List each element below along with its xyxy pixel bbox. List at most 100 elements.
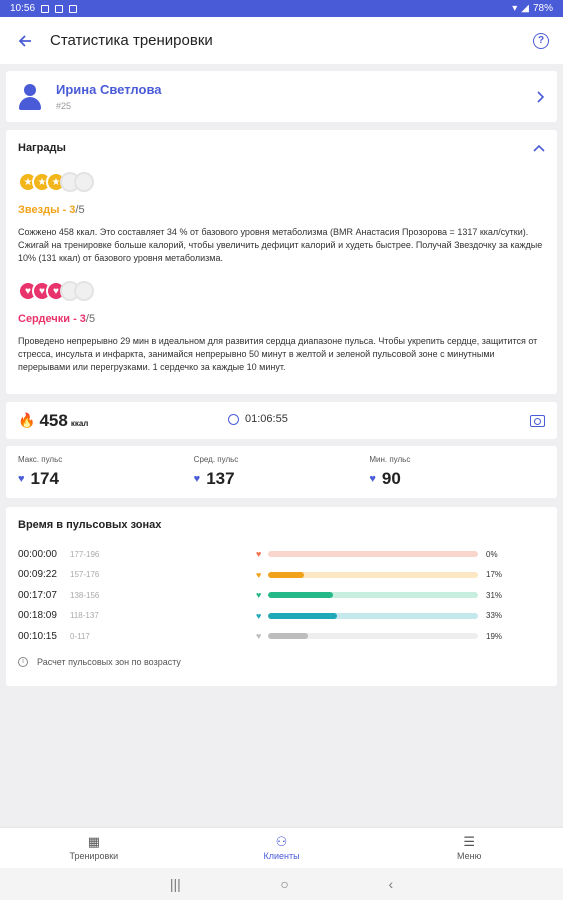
zone-bar [268, 571, 478, 578]
hearts-description: Проведено непрерывно 29 мин в идеальном … [18, 336, 538, 372]
status-time: 10:56 [10, 3, 36, 14]
avg-pulse-value: 137 [206, 469, 235, 488]
client-card[interactable]: Ирина Светлова #25 [6, 71, 557, 122]
awards-header[interactable]: Награды [18, 142, 545, 154]
nav-label-menu: Меню [457, 851, 482, 861]
zone-time: 00:09:22 [18, 569, 57, 581]
battery-level: 78% [532, 3, 553, 14]
zone-bar [268, 633, 478, 640]
help-button[interactable]: ? [533, 32, 549, 49]
calories-value: 458 [39, 410, 68, 430]
app-bar: Статистика тренировки ? [0, 17, 563, 64]
zone-row: 00:00:00 177-196 ♥ 0% [18, 544, 545, 565]
max-pulse-value: 174 [30, 469, 59, 488]
heart-icon: ♥ [256, 590, 262, 601]
nav-label-workouts: Тренировки [69, 851, 119, 861]
duration: 01:06:55 [228, 413, 288, 425]
zone-range: 157-176 [70, 570, 100, 580]
stars-badges: ★ ★ ★ [18, 172, 545, 194]
hearts-total: /5 [85, 313, 96, 325]
zone-bar [268, 592, 478, 599]
awards-card: Награды ★ ★ ★ Звезды - 3/5 Сожжено 458 к… [6, 130, 557, 394]
zone-time: 00:17:07 [18, 589, 57, 601]
stars-title: Звезды [18, 204, 60, 216]
zone-row: 00:10:15 0-117 ♥ 19% [18, 626, 545, 647]
heart-icon: ♥ [193, 473, 201, 485]
pulse-card: Макс. пульс ♥ 174 Сред. пульс ♥ 137 Мин. п… [6, 446, 557, 498]
star-empty-icon [74, 172, 94, 192]
client-id: #25 [56, 101, 72, 111]
wifi-icon: ▾ [512, 3, 518, 14]
stopwatch-icon [228, 413, 239, 425]
zone-row: 00:18:09 118-137 ♥ 33% [18, 606, 545, 627]
zone-time: 00:00:00 [18, 548, 57, 560]
zone-percent: 17% [486, 570, 503, 580]
home-icon[interactable]: ○ [280, 876, 288, 892]
heart-icon: ♥ [18, 473, 25, 485]
system-nav: ||| ○ ‹ [0, 868, 563, 900]
hearts-title: Сердечки [18, 313, 70, 325]
zone-percent: 19% [486, 631, 503, 641]
notification-icon [41, 4, 50, 13]
zone-percent: 0% [486, 549, 498, 559]
back-button[interactable] [14, 30, 36, 52]
avatar-icon [18, 82, 42, 112]
zones-note[interactable]: i Расчет пульсовых зон по возрасту [18, 656, 545, 667]
notification-icon [69, 4, 78, 13]
camera-icon[interactable] [530, 414, 545, 427]
zones-title: Время в пульсовых зонах [18, 519, 162, 531]
recent-apps-icon[interactable]: ||| [170, 876, 181, 892]
page-title: Статистика тренировки [50, 32, 213, 49]
zones-note-text: Расчет пульсовых зон по возрасту [37, 656, 181, 667]
zone-list: 00:00:00 177-196 ♥ 0% 00:09:22 157-176 ♥… [18, 544, 545, 647]
zone-row: 00:17:07 138-156 ♥ 31% [18, 585, 545, 606]
bottom-nav: ▦ Тренировки ⚇ Клиенты ☰ Меню [0, 827, 563, 868]
users-icon: ⚇ [275, 834, 288, 849]
status-bar: 10:56 ▾ ◢ 78% [0, 0, 563, 17]
zone-time: 00:10:15 [18, 630, 57, 642]
max-pulse: Макс. пульс ♥ 174 [18, 455, 194, 489]
nav-item-menu[interactable]: ☰ Меню [375, 828, 563, 868]
min-pulse-value: 90 [381, 469, 401, 488]
stars-total: /5 [75, 204, 85, 216]
heart-empty-icon [74, 281, 94, 301]
arrow-left-icon [18, 34, 31, 47]
heart-icon: ♥ [369, 473, 376, 485]
nav-label-clients: Клиенты [263, 851, 300, 861]
nav-item-clients[interactable]: ⚇ Клиенты [188, 828, 376, 868]
zone-row: 00:09:22 157-176 ♥ 17% [18, 565, 545, 586]
heart-icon: ♥ [256, 610, 262, 621]
zone-bar [268, 551, 478, 558]
zone-time: 00:18:09 [18, 610, 57, 622]
chevron-up-icon[interactable] [533, 144, 545, 152]
question-icon: ? [537, 35, 545, 46]
zone-range: 0-117 [70, 631, 90, 641]
max-pulse-label: Макс. пульс [18, 455, 63, 464]
zone-range: 118-137 [70, 611, 99, 621]
zone-range: 177-196 [70, 549, 100, 559]
stars-label: Звезды - 3/5 [18, 204, 85, 216]
nav-item-workouts[interactable]: ▦ Тренировки [0, 828, 188, 868]
back-nav-icon[interactable]: ‹ [388, 876, 393, 892]
summary-card: 🔥 458 ккал 01:06:55 [6, 402, 557, 439]
min-pulse-label: Мин. пульс [369, 455, 411, 464]
calories-unit: ккал [70, 418, 89, 428]
signal-icon: ◢ [521, 3, 529, 14]
heart-icon: ♥ [256, 549, 262, 560]
info-icon: i [18, 656, 28, 667]
heart-icon: ♥ [256, 631, 262, 642]
duration-value: 01:06:55 [245, 413, 288, 425]
zone-percent: 33% [486, 611, 503, 621]
notification-icon [55, 4, 64, 13]
min-pulse: Мин. пульс ♥ 90 [369, 455, 545, 489]
zones-card: Время в пульсовых зонах 00:00:00 177-196… [6, 507, 557, 686]
hearts-label: Сердечки - 3/5 [18, 313, 96, 325]
zone-bar [268, 612, 478, 619]
hamburger-icon: ☰ [463, 834, 475, 849]
zone-percent: 31% [486, 590, 503, 600]
stars-description: Сожжено 458 ккал. Это составляет 34 % от… [18, 227, 543, 263]
zone-range: 138-156 [70, 590, 100, 600]
awards-title: Награды [18, 142, 66, 154]
grid-icon: ▦ [87, 834, 100, 849]
chevron-right-icon [537, 90, 545, 103]
